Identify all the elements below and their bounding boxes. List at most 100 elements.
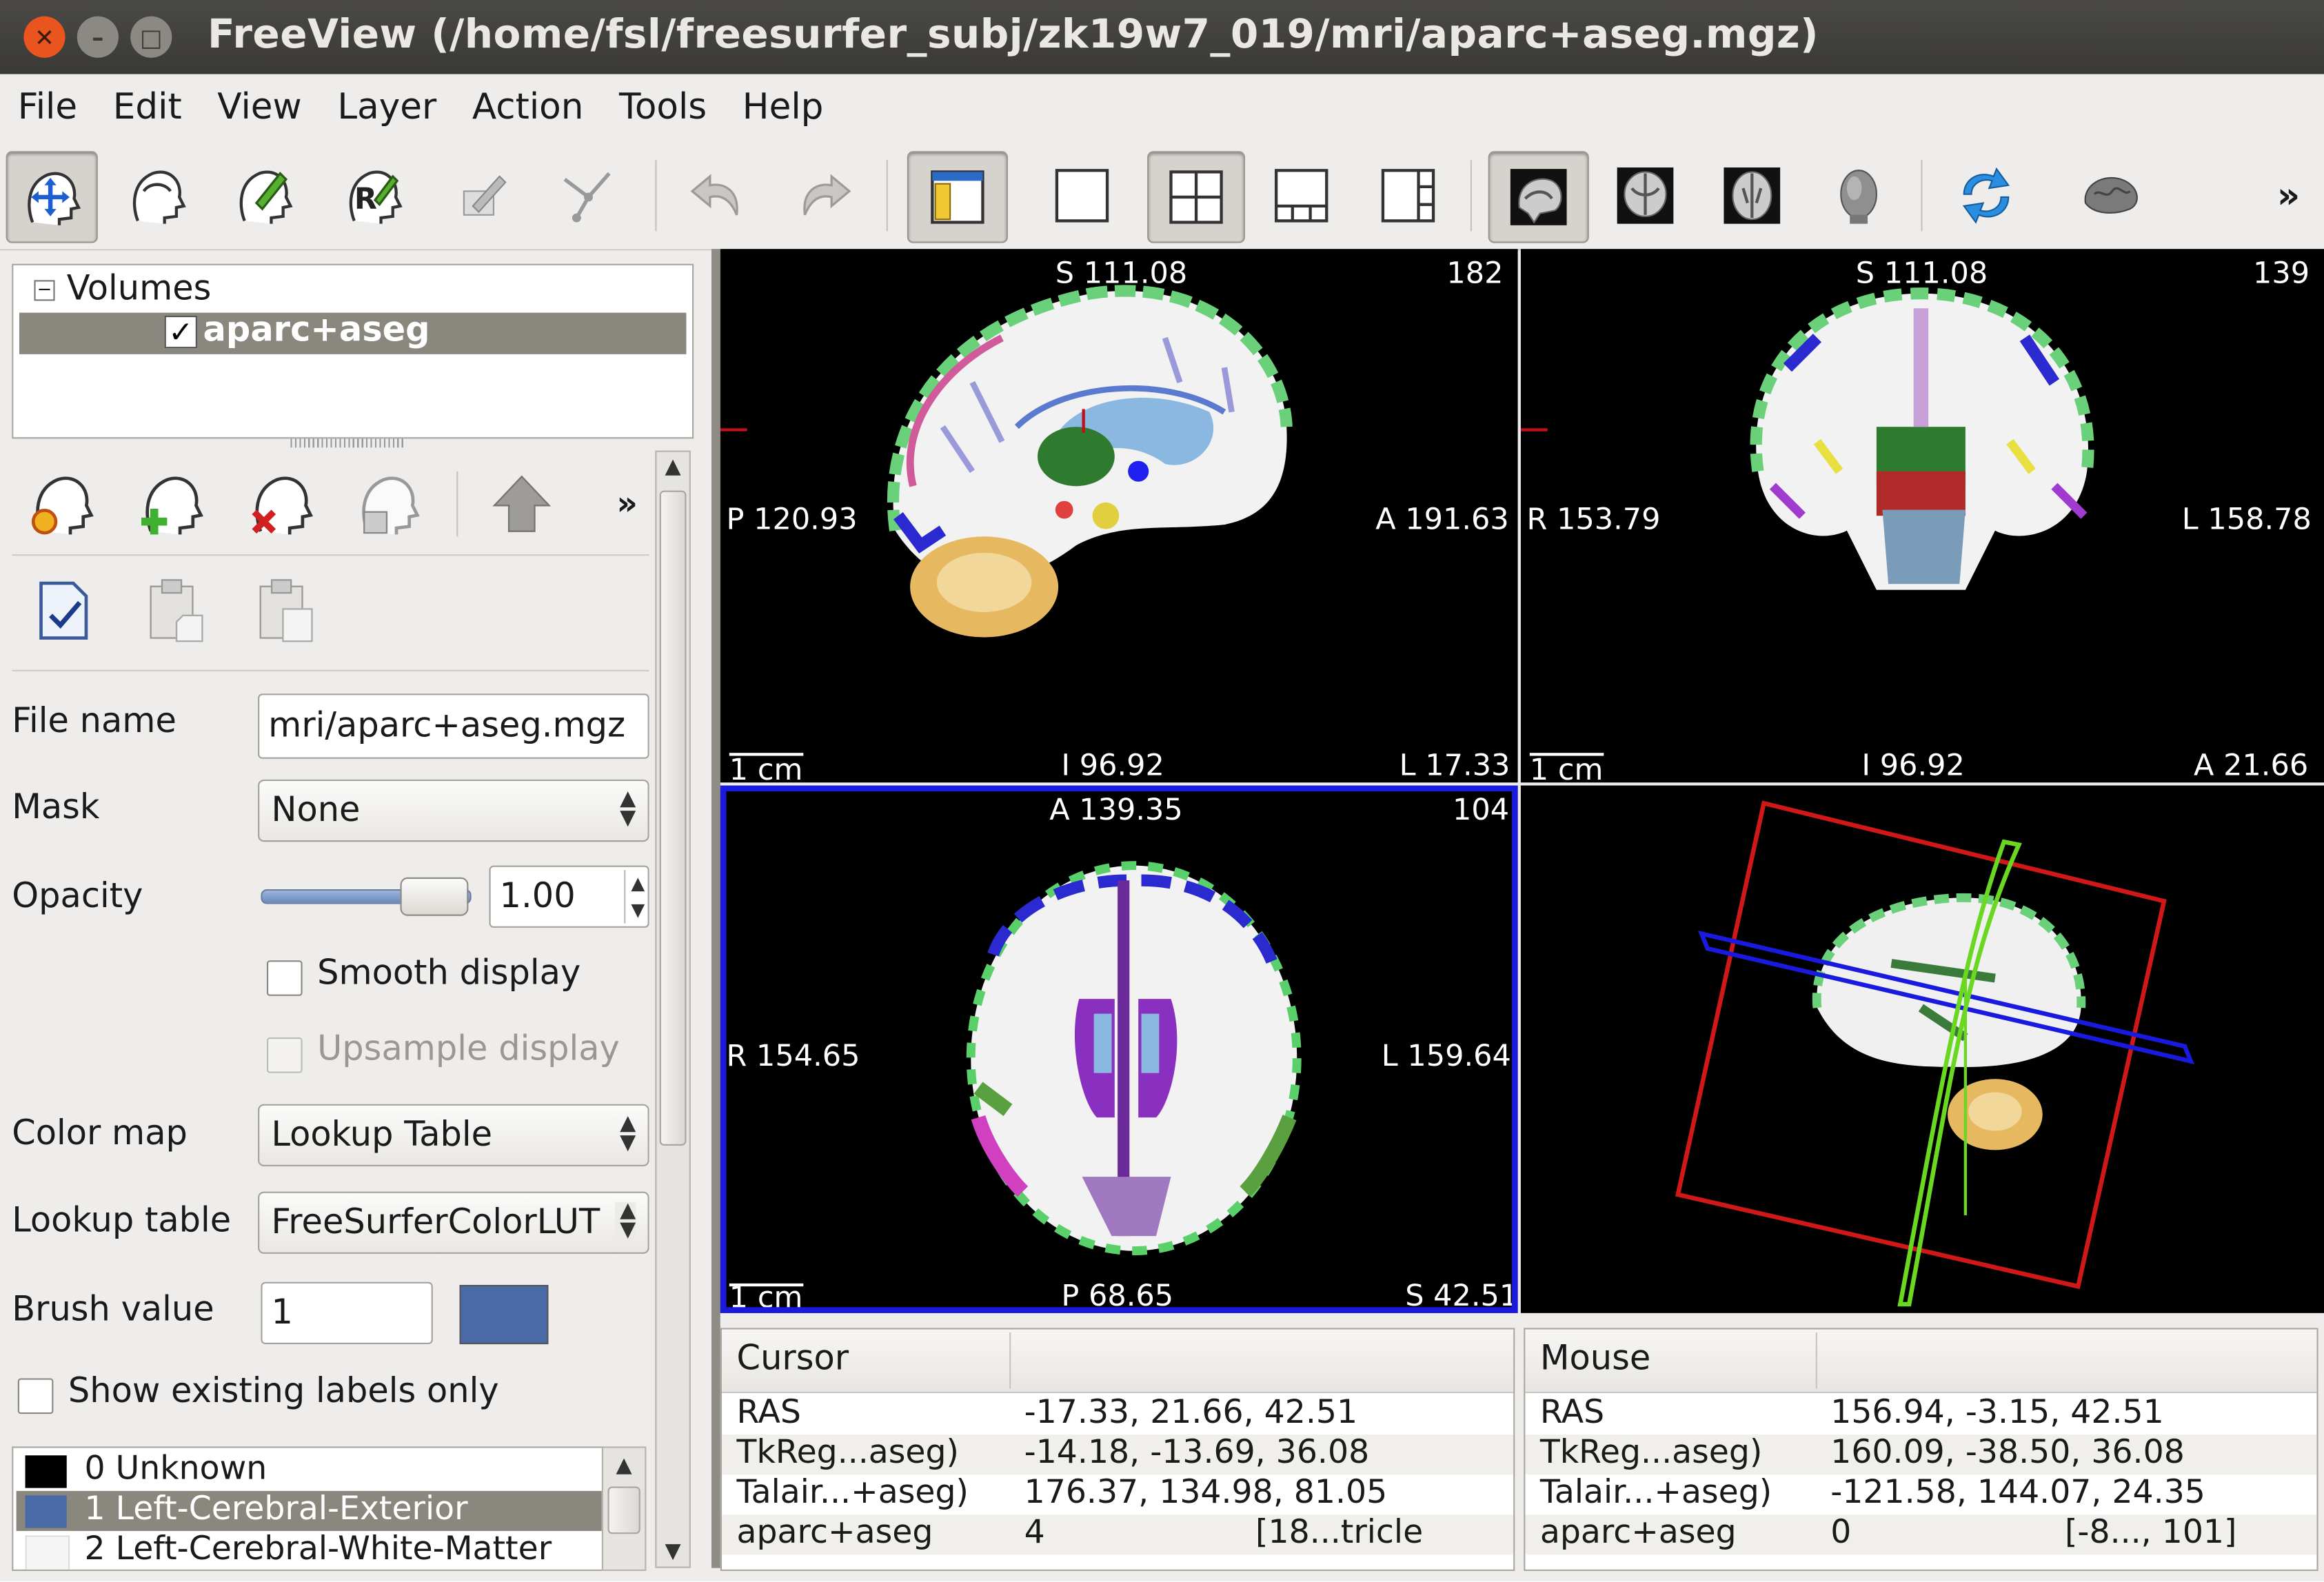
axial-brain-icon <box>1724 167 1781 224</box>
3d-view[interactable] <box>1520 785 2324 1313</box>
label-item-1[interactable]: 1 Left-Cerebral-Exterior <box>16 1490 602 1531</box>
move-layer-up-button[interactable] <box>483 465 560 542</box>
axial-scale-bar: 1 cm <box>729 1279 803 1313</box>
brush-color-swatch[interactable] <box>459 1285 549 1345</box>
scroll-up-icon[interactable]: ▲ <box>603 1454 645 1477</box>
info-name: aparc+aseg <box>1539 1514 1737 1552</box>
reset-view-button[interactable] <box>1942 151 2031 240</box>
panel-scrollbar[interactable]: ▲ ▼ <box>655 450 691 1568</box>
menu-edit[interactable]: Edit <box>113 74 182 143</box>
color-map-combobox[interactable]: Lookup Table ▲ ▼ <box>258 1104 649 1167</box>
labels-list-scrollbar-thumb[interactable] <box>607 1486 640 1534</box>
panel-splitter-handle[interactable] <box>290 438 407 448</box>
label-item-2[interactable]: 2 Left-Cerebral-White-Matter <box>17 1531 602 1570</box>
menu-layer[interactable]: Layer <box>337 74 436 143</box>
close-volume-button[interactable] <box>243 465 321 542</box>
cursor-marker <box>1524 428 1548 432</box>
paste-setting-button[interactable] <box>246 572 323 649</box>
combo-arrows-icon: ▲ ▼ <box>620 787 636 830</box>
show-surface-button[interactable] <box>2066 151 2155 240</box>
axial-bottom-right-coord: S 42.51 <box>1405 1277 1518 1313</box>
lookup-table-combobox[interactable]: FreeSurferColorLUT ▲ ▼ <box>258 1191 649 1254</box>
sagittal-view[interactable]: S 111.08 182 P 120.93 A 191.63 I 96.92 L… <box>720 249 1518 783</box>
info-name: TkReg...aseg) <box>1539 1434 1763 1472</box>
undo-icon <box>690 174 738 216</box>
show-info-button[interactable] <box>27 572 104 649</box>
info-value[interactable]: 176.37, 134.98, 81.05 <box>1024 1474 1388 1512</box>
smooth-display-label: Smooth display <box>317 954 581 993</box>
tree-group-volumes[interactable]: − Volumes <box>34 270 211 308</box>
point-set-tool-button[interactable] <box>543 151 631 240</box>
mouse-info-header: Mouse <box>1539 1339 1651 1379</box>
info-value[interactable]: 4 <box>1024 1514 1045 1552</box>
lookup-table-label: Lookup table <box>12 1201 232 1241</box>
layer-visibility-checkbox[interactable]: ✓ <box>164 315 197 349</box>
toggle-control-panel-button[interactable] <box>907 151 1009 243</box>
main-view-coronal-button[interactable] <box>1601 151 1690 240</box>
info-value[interactable]: -121.58, 144.07, 24.35 <box>1830 1474 2205 1512</box>
menu-action[interactable]: Action <box>472 74 584 143</box>
new-volume-button[interactable] <box>23 465 101 542</box>
3d-render <box>1675 800 2194 1307</box>
toolbar-more-button[interactable]: » <box>2259 151 2318 240</box>
sagittal-right-coord: A 191.63 <box>1375 500 1509 537</box>
opacity-slider-handle[interactable] <box>400 877 469 916</box>
scroll-down-icon[interactable]: ▼ <box>656 1540 689 1563</box>
head-save-icon <box>362 476 420 535</box>
layout-1x1-button[interactable] <box>1038 151 1126 240</box>
collapse-icon[interactable]: − <box>34 279 55 301</box>
main-view-3d-button[interactable] <box>1815 151 1903 240</box>
labels-list-scrollbar[interactable]: ▲ <box>601 1446 647 1571</box>
layout-2x2-button[interactable] <box>1147 151 1246 243</box>
info-value[interactable]: -17.33, 21.66, 42.51 <box>1024 1395 1357 1432</box>
menu-tools[interactable]: Tools <box>619 74 707 143</box>
info-value[interactable]: 156.94, -3.15, 42.51 <box>1830 1395 2163 1432</box>
cursor-info-header: Cursor <box>736 1339 849 1379</box>
axial-view[interactable]: A 139.35 104 R 154.65 L 159.64 P 68.65 S… <box>720 785 1518 1313</box>
panel-scrollbar-thumb[interactable] <box>659 490 687 1146</box>
smooth-display-checkbox[interactable] <box>267 960 303 996</box>
layout-1-3-vertical-button[interactable] <box>1364 151 1453 240</box>
measure-tool-button[interactable] <box>112 151 201 240</box>
layout-1-3-button[interactable] <box>1257 151 1346 240</box>
roi-edit-tool-button[interactable] <box>438 151 527 240</box>
clipboard-actions-row <box>12 557 649 671</box>
upsample-display-checkbox <box>267 1037 303 1073</box>
info-value[interactable]: 0 <box>1830 1514 1851 1552</box>
show-existing-labels-checkbox[interactable] <box>17 1378 54 1414</box>
opacity-spinbox[interactable]: 1.00 ▲ ▼ <box>489 865 649 928</box>
scroll-up-icon[interactable]: ▲ <box>656 455 689 478</box>
label-item-0[interactable]: 0 Unknown <box>17 1451 602 1491</box>
spin-arrows-icon[interactable]: ▲ ▼ <box>623 870 645 924</box>
menu-file[interactable]: File <box>18 74 77 143</box>
layer-properties-panel: » File name mri/aparc+aseg.mgz Mask None… <box>12 451 649 1568</box>
coronal-view[interactable]: S 111.08 139 R 153.79 L 158.78 I 96.92 A… <box>1520 249 2324 783</box>
layer-actions-more-button[interactable]: » <box>616 486 638 523</box>
save-volume-button[interactable] <box>350 465 427 542</box>
menu-help[interactable]: Help <box>742 74 824 143</box>
recon-edit-tool-button[interactable]: R <box>329 151 418 240</box>
navigate-tool-button[interactable] <box>6 151 98 243</box>
view-splitter[interactable] <box>711 249 720 1568</box>
layer-item-aparc-aseg[interactable]: ✓ aparc+aseg <box>19 312 687 354</box>
menu-view[interactable]: View <box>217 74 301 143</box>
info-value[interactable]: 160.09, -38.50, 36.08 <box>1830 1434 2185 1472</box>
mask-combobox[interactable]: None ▲ ▼ <box>258 779 649 842</box>
voxel-edit-tool-button[interactable] <box>219 151 308 240</box>
redo-button[interactable] <box>780 151 869 240</box>
labels-list: 0 Unknown 1 Left-Cerebral-Exterior 2 Lef… <box>12 1446 604 1571</box>
copy-setting-button[interactable] <box>137 572 214 649</box>
info-value[interactable]: -14.18, -13.69, 36.08 <box>1024 1434 1370 1472</box>
tree-group-label: Volumes <box>66 270 212 309</box>
brush-value-field[interactable]: 1 <box>261 1281 433 1345</box>
file-name-field[interactable]: mri/aparc+aseg.mgz <box>258 693 649 759</box>
minimize-window-button[interactable]: – <box>77 16 119 58</box>
main-view-axial-button[interactable] <box>1708 151 1797 240</box>
cursor-marker <box>1082 409 1085 433</box>
main-view-sagittal-button[interactable] <box>1488 151 1589 243</box>
close-window-button[interactable]: ✕ <box>23 16 65 58</box>
load-volume-button[interactable] <box>134 465 211 542</box>
maximize-window-button[interactable]: □ <box>130 16 172 58</box>
svg-text:R: R <box>354 182 377 216</box>
undo-button[interactable] <box>673 151 762 240</box>
